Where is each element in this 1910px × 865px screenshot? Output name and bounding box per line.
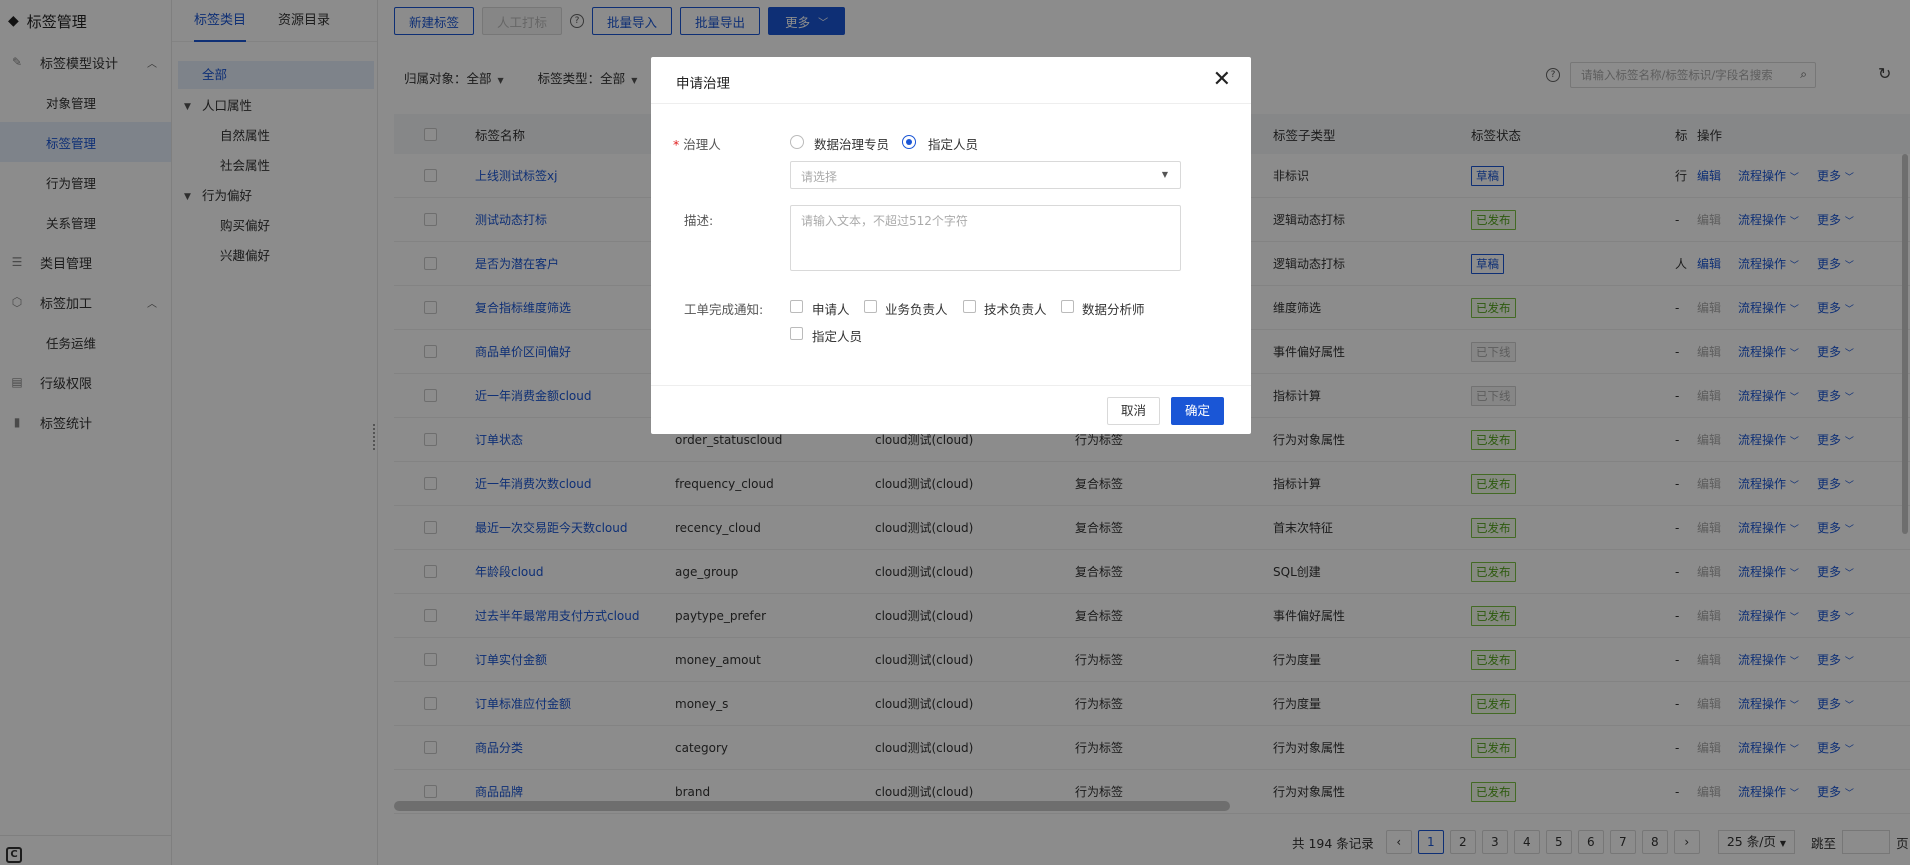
- description-label: 描述:: [684, 213, 714, 228]
- person-select[interactable]: 请选择 ▼: [790, 161, 1181, 189]
- notify-label-applicant: 申请人: [812, 302, 850, 317]
- notify-checkbox-analyst[interactable]: [1061, 300, 1074, 313]
- cancel-button[interactable]: 取消: [1107, 397, 1161, 425]
- governor-label: * 治理人: [673, 134, 721, 153]
- required-asterisk: *: [673, 137, 680, 152]
- notify-checkbox-applicant[interactable]: [790, 300, 803, 313]
- radio-label-designated: 指定人员: [928, 137, 979, 152]
- notify-checkbox-designated[interactable]: [790, 327, 803, 340]
- radio-label-specialist: 数据治理专员: [814, 137, 890, 152]
- governor-label-text: 治理人: [683, 137, 721, 152]
- radio-data-governance-specialist[interactable]: [790, 135, 804, 149]
- caret-down-icon: ▼: [1161, 170, 1168, 179]
- notify-label-business-owner: 业务负责人: [885, 302, 948, 317]
- confirm-button[interactable]: 确定: [1171, 397, 1225, 425]
- notify-checkbox-tech-owner[interactable]: [963, 300, 976, 313]
- description-textarea[interactable]: [790, 205, 1181, 271]
- radio-designated-person[interactable]: [902, 135, 916, 149]
- notify-label-designated: 指定人员: [812, 329, 863, 344]
- person-select-placeholder: 请选择: [801, 170, 838, 184]
- notify-label-tech-owner: 技术负责人: [984, 302, 1047, 317]
- dialog-title: 申请治理: [676, 76, 730, 92]
- notify-checkbox-business-owner[interactable]: [864, 300, 877, 313]
- dialog-footer: 取消 确定: [651, 385, 1251, 434]
- close-icon[interactable]: ✕: [1213, 67, 1231, 92]
- dialog-header: 申请治理 ✕: [651, 57, 1251, 104]
- notify-label-analyst: 数据分析师: [1082, 302, 1145, 317]
- apply-governance-dialog: 申请治理 ✕ *治理人 数据治理专员 指定人员 请选择 ▼ 描述: 工单完成通知…: [651, 57, 1251, 434]
- notify-label: 工单完成通知:: [684, 302, 764, 317]
